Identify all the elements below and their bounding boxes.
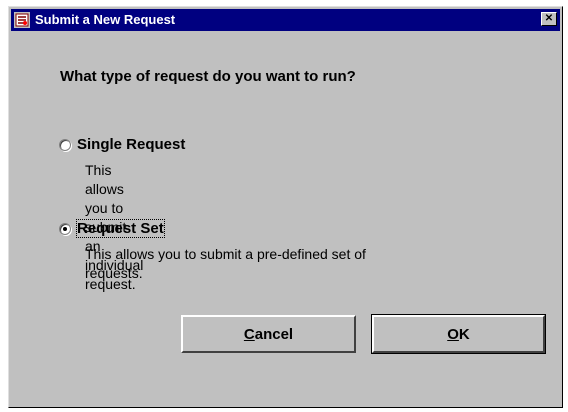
ok-button[interactable]: OK: [371, 314, 546, 354]
ok-mnemonic: O: [447, 325, 459, 343]
cancel-button[interactable]: Cancel: [181, 315, 356, 353]
single-request-label[interactable]: Single Request: [77, 136, 185, 153]
request-set-description-line2: requests.: [85, 265, 143, 281]
window-title: Submit a New Request: [35, 12, 176, 27]
oracle-app-icon: [14, 12, 30, 28]
request-set-radio[interactable]: [59, 223, 71, 235]
close-icon: ✕: [544, 13, 554, 24]
submit-request-dialog: Submit a New Request ✕ What type of requ…: [8, 6, 563, 408]
cancel-label: ancel: [254, 325, 294, 343]
request-set-label[interactable]: Request Set: [76, 219, 165, 238]
request-set-description-line1: This allows you to submit a pre-defined …: [85, 246, 366, 262]
request-type-question: What type of request do you want to run?: [60, 68, 356, 85]
close-button[interactable]: ✕: [541, 12, 557, 26]
cancel-mnemonic: C: [243, 325, 255, 343]
radio-selected-dot: [63, 227, 67, 231]
title-bar[interactable]: Submit a New Request ✕: [11, 9, 560, 31]
single-request-radio[interactable]: [59, 139, 71, 151]
ok-label: K: [458, 325, 470, 343]
